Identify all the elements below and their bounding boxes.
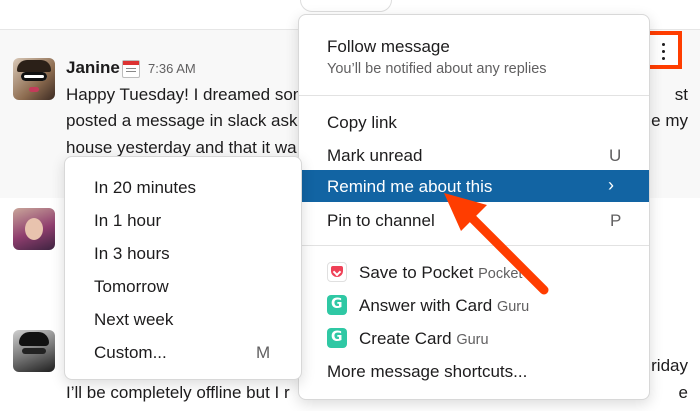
pin-shortcut: P: [610, 211, 622, 230]
menu-item-answer-with-card[interactable]: Answer with Card Guru: [359, 296, 529, 316]
guru-icon: [327, 328, 347, 348]
avatar[interactable]: [13, 330, 55, 372]
avatar-mouth: [29, 87, 39, 92]
message-actions-menu: Follow message You’ll be notified about …: [298, 14, 650, 400]
pocket-icon: [327, 262, 347, 282]
mark-unread-shortcut: U: [609, 146, 622, 165]
app-action-label: Create Card: [359, 329, 452, 348]
menu-item-follow-message[interactable]: Follow message: [327, 37, 450, 57]
menu-item-create-card[interactable]: Create Card Guru: [359, 329, 489, 349]
avatar[interactable]: [13, 58, 55, 100]
date-divider-pill[interactable]: [300, 0, 392, 12]
menu-item-pin-to-channel[interactable]: Pin to channel: [327, 211, 435, 231]
app-action-label: Save to Pocket: [359, 263, 474, 282]
message-text-fragment: riday: [651, 356, 688, 375]
remind-option-custom[interactable]: Custom...: [94, 343, 167, 363]
menu-item-remind-me[interactable]: Remind me about this ›: [299, 170, 649, 202]
chevron-right-icon: ›: [608, 175, 614, 195]
custom-shortcut: M: [256, 343, 271, 362]
avatar-glasses: [22, 348, 46, 354]
remind-submenu: In 20 minutes In 1 hour In 3 hours Tomor…: [64, 156, 302, 380]
message-text-line: I’ll be completely offline but I r: [66, 383, 290, 402]
menu-item-mark-unread[interactable]: Mark unread: [327, 146, 422, 166]
avatar-face: [25, 218, 43, 240]
remind-option-1-hour[interactable]: In 1 hour: [94, 211, 161, 231]
remind-me-label: Remind me about this: [327, 177, 493, 196]
remind-option-3-hours[interactable]: In 3 hours: [94, 244, 170, 264]
menu-item-save-to-pocket[interactable]: Save to Pocket Pocket: [359, 263, 522, 283]
remind-option-20-minutes[interactable]: In 20 minutes: [94, 178, 196, 198]
message-text-line: house yesterday and that it wa: [66, 138, 297, 157]
menu-item-follow-description: You’ll be notified about any replies: [327, 61, 547, 77]
message-text-line: Happy Tuesday! I dreamed son: [66, 85, 303, 104]
app-source-label: Pocket: [478, 266, 523, 282]
app-source-label: Guru: [496, 299, 530, 315]
remind-option-tomorrow[interactable]: Tomorrow: [94, 277, 169, 297]
guru-icon: [327, 295, 347, 315]
message-text-fragment: e my: [651, 111, 688, 130]
more-vertical-icon: [662, 50, 665, 53]
avatar[interactable]: [13, 208, 55, 250]
menu-item-more-shortcuts[interactable]: More message shortcuts...: [327, 362, 527, 382]
avatar-hair: [19, 332, 49, 346]
message-author[interactable]: Janine: [66, 58, 120, 78]
avatar-glasses: [21, 72, 47, 81]
avatar-hair: [17, 60, 51, 72]
message-text-fragment: st: [674, 85, 688, 104]
calendar-status-icon: [122, 60, 140, 78]
message-text-fragment: e: [678, 383, 688, 402]
app-source-label: Guru: [456, 332, 489, 348]
more-vertical-icon: [662, 57, 665, 60]
remind-option-next-week[interactable]: Next week: [94, 310, 173, 330]
more-vertical-icon: [662, 43, 665, 46]
message-timestamp[interactable]: 7:36 AM: [148, 61, 196, 76]
menu-divider: [299, 245, 649, 246]
app-action-label: Answer with Card: [359, 296, 493, 315]
menu-item-copy-link[interactable]: Copy link: [327, 113, 397, 133]
menu-divider: [299, 95, 649, 96]
message-text-line: posted a message in slack aski: [66, 111, 302, 130]
